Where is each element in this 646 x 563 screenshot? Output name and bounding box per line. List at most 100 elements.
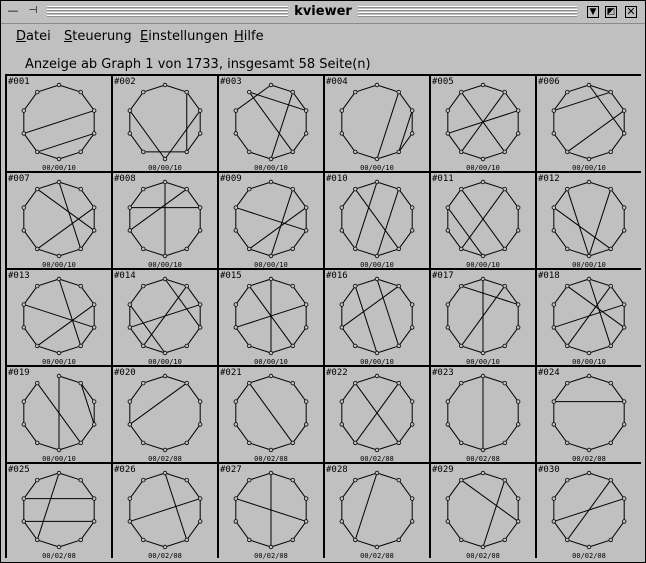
graph-cell[interactable]: #022 00/02/08 — [325, 367, 429, 462]
graph-vertex — [565, 477, 570, 483]
graph-cell[interactable]: #011 00/00/10 — [431, 173, 535, 268]
graph-cell[interactable]: #027 00/02/08 — [219, 464, 323, 559]
graph-vertex — [621, 422, 627, 427]
graph-edge — [610, 327, 625, 347]
graph-edge — [58, 442, 81, 451]
graph-vertex — [409, 399, 415, 404]
graph-vertex — [141, 149, 146, 155]
graph-vertex — [247, 186, 252, 192]
graph-edge — [482, 472, 505, 481]
graph-code: 00/00/10 — [148, 164, 182, 171]
graph-vertex — [247, 283, 252, 289]
graph-cell[interactable]: #013 00/00/10 — [7, 270, 111, 365]
graph-edge — [588, 375, 611, 384]
graph-cell[interactable]: #008 00/00/10 — [113, 173, 217, 268]
graph-code: 00/00/10 — [466, 164, 500, 171]
graph-cell[interactable]: #029 00/02/08 — [431, 464, 535, 559]
menu-steuerung[interactable]: Steuerung — [64, 29, 132, 44]
graph-edge — [610, 521, 625, 541]
graph-edge — [461, 375, 484, 384]
close-icon[interactable]: ✕ — [625, 6, 637, 18]
menu-datei[interactable]: Datei — [16, 29, 51, 44]
graph-edge — [186, 188, 201, 208]
graph-vertex — [339, 399, 345, 404]
graph-edge — [567, 539, 590, 548]
menu-hilfe[interactable]: Hilfe — [234, 29, 264, 44]
graph-vertex — [91, 496, 97, 501]
graph-vertex — [78, 343, 83, 349]
graph-edge — [341, 91, 356, 111]
graph-edge — [249, 278, 272, 287]
graph-vertex — [127, 325, 133, 330]
graph-cell[interactable]: #028 00/02/08 — [325, 464, 429, 559]
graph-edge — [553, 382, 568, 402]
graph-vertex — [480, 470, 486, 476]
graph-cell[interactable]: #003 00/00/10 — [219, 76, 323, 171]
graph-cell[interactable]: #015 00/00/10 — [219, 270, 323, 365]
graph-cell[interactable]: #014 00/00/10 — [113, 270, 217, 365]
graph-vertex — [184, 380, 189, 386]
graph-cell[interactable]: #021 00/02/08 — [219, 367, 323, 462]
graph-vertex — [502, 537, 507, 543]
graph-edge — [588, 539, 611, 548]
graph-cell[interactable]: #009 00/00/10 — [219, 173, 323, 268]
graph-cell[interactable]: #001 00/00/10 — [7, 76, 111, 171]
graph-vertex — [78, 89, 83, 95]
graph-code: 00/02/08 — [360, 455, 394, 462]
title-bar[interactable]: — ⊣ kviewer ▼ ◩ ✕ — [1, 1, 645, 24]
graph-vertex — [184, 343, 189, 349]
graph-cell[interactable]: #018 00/00/10 — [537, 270, 641, 365]
graph-cell[interactable]: #030 00/02/08 — [537, 464, 641, 559]
graph-vertex — [515, 228, 521, 233]
menu-einstellungen[interactable]: Einstellungen — [140, 29, 228, 44]
graph-edge — [248, 91, 294, 153]
graph-edge — [376, 84, 399, 93]
graph-drawing — [551, 179, 627, 259]
graph-vertex — [551, 205, 557, 210]
graph-vertex — [141, 477, 146, 483]
graph-vertex — [551, 519, 557, 524]
graph-vertex — [459, 246, 464, 252]
graph-edge — [23, 188, 38, 208]
graph-edge — [270, 278, 293, 287]
graph-cell[interactable]: #017 00/00/10 — [431, 270, 535, 365]
graph-cell[interactable]: #002 00/00/10 — [113, 76, 217, 171]
graph-cell[interactable]: #026 00/02/08 — [113, 464, 217, 559]
maximize-icon[interactable]: ◩ — [605, 6, 617, 18]
graph-vertex — [162, 447, 168, 453]
graph-edge — [129, 230, 144, 250]
graph-drawing — [21, 179, 97, 259]
graph-cell[interactable]: #004 00/00/10 — [325, 76, 429, 171]
graph-edge — [610, 479, 625, 499]
graph-cell[interactable]: #006 00/00/10 — [537, 76, 641, 171]
graph-vertex — [184, 440, 189, 446]
graph-edge — [23, 285, 38, 305]
graph-cell[interactable]: #007 00/00/10 — [7, 173, 111, 268]
graph-edge — [58, 151, 81, 160]
graph-cell[interactable]: #005 00/00/10 — [431, 76, 535, 171]
graph-edge — [164, 345, 187, 354]
graph-vertex — [127, 205, 133, 210]
graph-edge — [398, 479, 413, 499]
graph-vertex — [515, 325, 521, 330]
graph-edge — [129, 304, 201, 328]
graph-edge — [164, 375, 187, 384]
graph-cell[interactable]: #012 00/00/10 — [537, 173, 641, 268]
graph-cell[interactable]: #010 00/00/10 — [325, 173, 429, 268]
graph-drawing — [339, 373, 415, 453]
graph-edge — [37, 472, 60, 481]
graph-edge — [376, 345, 399, 354]
minimize-icon[interactable]: ▼ — [587, 6, 599, 18]
graph-cell[interactable]: #019 00/00/10 — [7, 367, 111, 462]
graph-cell[interactable]: #024 00/02/08 — [537, 367, 641, 462]
graph-vertex — [247, 149, 252, 155]
graph-cell[interactable]: #016 00/00/10 — [325, 270, 429, 365]
graph-cell[interactable]: #025 00/02/08 — [7, 464, 111, 559]
graph-cell[interactable]: #020 00/02/08 — [113, 367, 217, 462]
graph-edge — [553, 498, 625, 522]
graph-edge — [461, 472, 484, 481]
graph-vertex — [56, 179, 62, 185]
graph-vertex — [141, 537, 146, 543]
graph-cell[interactable]: #023 00/02/08 — [431, 367, 535, 462]
graph-edge — [588, 248, 611, 257]
